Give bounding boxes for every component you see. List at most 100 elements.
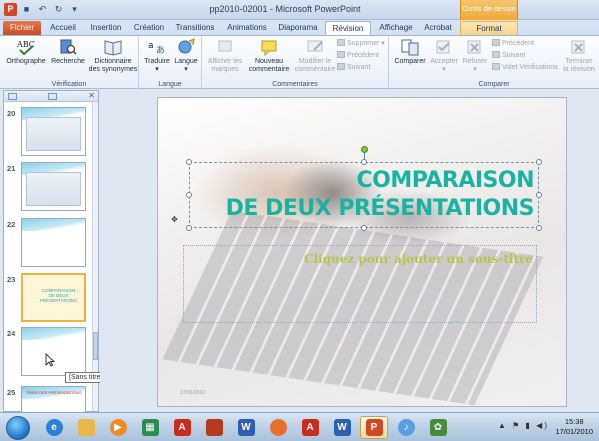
resize-handle[interactable]: [361, 159, 367, 165]
traduire-button[interactable]: aあ Traduire ▾: [143, 38, 171, 74]
tab-revision[interactable]: Révision: [325, 21, 371, 35]
afficher-marques-button[interactable]: Afficher les marques: [204, 38, 246, 74]
taskbar-ie[interactable]: e: [40, 416, 68, 439]
resize-handle[interactable]: [361, 225, 367, 231]
slides-pane-scrollbar[interactable]: [92, 102, 98, 411]
supprimer-button[interactable]: Supprimer ▾: [337, 39, 385, 49]
quick-access-toolbar: ■ ↶ ↻ ▾: [20, 3, 81, 16]
group-label-langue: Langue: [158, 81, 182, 88]
tab-fichier[interactable]: Fichier: [3, 21, 41, 35]
scrollbar-thumb[interactable]: [93, 332, 98, 360]
taskbar-explorer[interactable]: [72, 416, 100, 439]
firefox-icon: [269, 419, 287, 436]
slide-title[interactable]: COMPARAISON DE DEUX PRÉSENTATIONS: [226, 167, 535, 223]
recherche-button[interactable]: Recherche: [50, 38, 86, 66]
slide-preview: [21, 107, 86, 156]
slide-thumbnail-23[interactable]: 23 COMPARAISON DE DEUX PRÉSENTATIONS: [4, 273, 94, 325]
accepter-button[interactable]: Accepter ▾: [428, 38, 460, 74]
comparer-button[interactable]: Comparer: [393, 38, 427, 66]
refuser-button[interactable]: Refuser ▾: [460, 38, 490, 74]
resize-handle[interactable]: [186, 159, 192, 165]
clock[interactable]: 15:38 17/01/2010: [555, 417, 593, 437]
volet-verifications-button[interactable]: Volet Vérifications: [492, 63, 558, 73]
taskbar-pdf[interactable]: A: [296, 416, 324, 439]
tab-insertion[interactable]: Insertion: [84, 21, 128, 35]
resize-handle[interactable]: [536, 192, 542, 198]
accept-change-icon: [436, 40, 450, 54]
tab-affichage[interactable]: Affichage: [374, 21, 418, 35]
tab-format[interactable]: Format: [460, 21, 518, 35]
taskbar-firefox[interactable]: [264, 416, 292, 439]
resize-handle[interactable]: [536, 225, 542, 231]
suivant-modification-button[interactable]: Suivant: [492, 51, 525, 61]
language-globe-icon: [178, 38, 195, 54]
taskbar-app2[interactable]: [200, 416, 228, 439]
tab-accueil[interactable]: Accueil: [44, 21, 82, 35]
orthographe-button[interactable]: ABC Orthographe: [4, 38, 48, 66]
tab-creation[interactable]: Création: [130, 21, 168, 35]
thumb-title: TRIER DES PRÉSENTATIONS: [26, 390, 82, 395]
slide-date: 17/01/2010: [180, 390, 206, 396]
group-label-verification: Vérification: [51, 81, 87, 88]
tab-animations[interactable]: Animations: [222, 21, 272, 35]
slide-preview: [21, 162, 86, 211]
research-book-icon: [60, 39, 77, 55]
slide-thumbnail-22[interactable]: 22: [4, 218, 94, 270]
modifier-commentaire-button[interactable]: Modifier le commentaire: [293, 38, 337, 74]
rotation-handle[interactable]: [361, 146, 368, 153]
terminer-revision-button[interactable]: Terminer la révision: [561, 38, 597, 74]
undo-icon[interactable]: ↶: [36, 3, 49, 16]
tab-acrobat[interactable]: Acrobat: [420, 21, 456, 35]
move-handle-icon[interactable]: ✥: [170, 215, 179, 224]
system-tray[interactable]: ▲ ⚑ ▮ ◀): [498, 421, 549, 430]
slide-thumbnail-21[interactable]: 21: [4, 162, 94, 214]
resize-handle[interactable]: [186, 192, 192, 198]
next-change-icon: [492, 51, 500, 58]
taskbar-acrobat[interactable]: A: [168, 416, 196, 439]
precedent-commentaire-button[interactable]: Précédent: [337, 51, 379, 61]
save-icon[interactable]: ■: [20, 3, 33, 16]
resize-handle[interactable]: [536, 159, 542, 165]
redo-icon[interactable]: ↻: [52, 3, 65, 16]
suivant-commentaire-button[interactable]: Suivant: [337, 63, 370, 73]
settings-icon: ✿: [429, 419, 447, 436]
langue-button[interactable]: Langue ▾: [172, 38, 200, 74]
powerpoint-icon: P: [365, 419, 383, 436]
dictionnaire-synonymes-button[interactable]: Dictionnaire des synonymes: [88, 38, 138, 74]
edit-comment-icon: [307, 40, 323, 52]
tab-diaporama[interactable]: Diaporama: [274, 21, 322, 35]
taskbar-itunes[interactable]: ♪: [392, 416, 420, 439]
nouveau-commentaire-button[interactable]: Nouveau commentaire: [247, 38, 291, 74]
close-pane-icon[interactable]: ✕: [88, 91, 95, 100]
taskbar-word[interactable]: W: [232, 416, 260, 439]
precedent-modification-button[interactable]: Précédent: [492, 39, 534, 49]
start-button[interactable]: [6, 416, 30, 440]
tab-transitions[interactable]: Transitions: [170, 21, 220, 35]
taskbar-control[interactable]: ✿: [424, 416, 452, 439]
music-icon: ♪: [397, 419, 415, 436]
taskbar-word2[interactable]: W: [328, 416, 356, 439]
group-verification: ABC Orthographe Recherche Dictionnaire d…: [0, 36, 139, 89]
acrobat-icon: A: [173, 419, 191, 436]
group-comparer: Comparer Accepter ▾ Refuser ▾ Précédent Su…: [389, 36, 599, 89]
title-placeholder[interactable]: COMPARAISON DE DEUX PRÉSENTATIONS: [189, 162, 539, 228]
slide-number: 21: [7, 164, 16, 173]
slide-thumbnail-20[interactable]: 20: [4, 107, 94, 159]
taskbar-app[interactable]: ▦: [136, 416, 164, 439]
subtitle-placeholder[interactable]: Cliquez pour ajouter un sous-titre: [183, 245, 537, 323]
customize-qat-icon[interactable]: ▾: [68, 3, 81, 16]
translate-icon: aあ: [148, 41, 165, 56]
slide-number: 20: [7, 109, 16, 118]
ribbon: ABC Orthographe Recherche Dictionnaire d…: [0, 35, 599, 89]
window-title: pp2010-02001 - Microsoft PowerPoint: [209, 4, 361, 14]
context-group-label: Outils de dessin: [460, 0, 518, 20]
slides-tab-icon[interactable]: [8, 93, 17, 100]
taskbar-powerpoint[interactable]: P: [360, 416, 388, 439]
outline-tab-icon[interactable]: [48, 93, 57, 100]
powerpoint-app-icon[interactable]: P: [4, 3, 17, 16]
current-slide[interactable]: COMPARAISON DE DEUX PRÉSENTATIONS Clique…: [157, 97, 567, 407]
taskbar-media[interactable]: ▶: [104, 416, 132, 439]
next-comment-icon: [337, 63, 345, 70]
slide-preview-selected: COMPARAISON DE DEUX PRÉSENTATIONS: [21, 273, 86, 322]
resize-handle[interactable]: [186, 225, 192, 231]
